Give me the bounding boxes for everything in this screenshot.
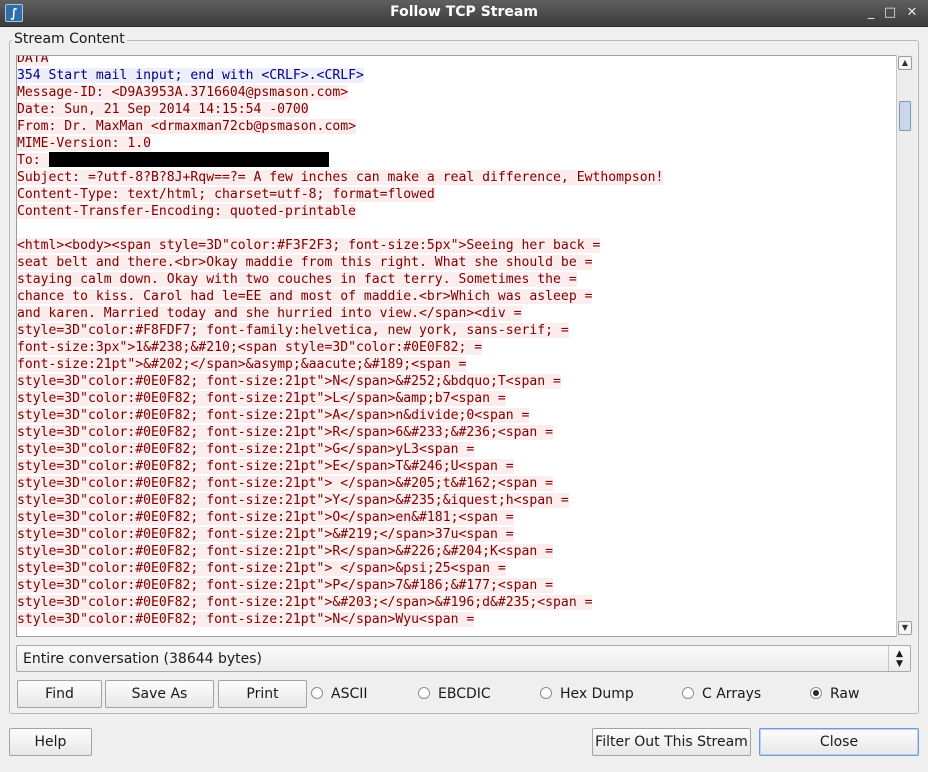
stream-line: style=3D"color:#F8FDF7; font-family:helv… <box>17 322 897 339</box>
stream-line: style=3D"color:#0E0F82; font-size:21pt">… <box>17 594 897 611</box>
stream-line-text: style=3D"color:#0E0F82; font-size:21pt">… <box>17 459 514 474</box>
stream-line-text: style=3D"color:#0E0F82; font-size:21pt">… <box>17 408 530 423</box>
help-button[interactable]: Help <box>9 728 92 756</box>
close-icon[interactable]: ✕ <box>903 4 921 22</box>
stream-line-text: font-size:21pt">&#202;</span>&asymp;&aac… <box>17 357 467 372</box>
window-title: Follow TCP Stream <box>390 4 538 20</box>
stream-line: Date: Sun, 21 Sep 2014 14:15:54 -0700 <box>17 101 897 118</box>
stream-line-text: style=3D"color:#0E0F82; font-size:21pt">… <box>17 391 506 406</box>
stream-line: style=3D"color:#0E0F82; font-size:21pt">… <box>17 526 897 543</box>
conversation-select[interactable]: Entire conversation (38644 bytes) ▲ ▼ <box>16 645 911 672</box>
stream-line: To: <box>17 152 897 169</box>
save-as-button[interactable]: Save As <box>105 680 214 708</box>
stream-line: style=3D"color:#0E0F82; font-size:21pt">… <box>17 373 897 390</box>
stream-line: and karen. Married today and she hurried… <box>17 305 897 322</box>
stream-line: style=3D"color:#0E0F82; font-size:21pt">… <box>17 441 897 458</box>
stream-line: style=3D"color:#0E0F82; font-size:21pt">… <box>17 458 897 475</box>
stream-line-text: and karen. Married today and she hurried… <box>17 306 522 321</box>
conversation-select-value: Entire conversation (38644 bytes) <box>23 651 263 667</box>
stream-line: style=3D"color:#0E0F82; font-size:21pt">… <box>17 407 897 424</box>
stream-line: style=3D"color:#0E0F82; font-size:21pt">… <box>17 611 897 628</box>
stream-line: font-size:3px">1&#238;&#210;<span style=… <box>17 339 897 356</box>
stream-text-area[interactable]: DATA 354 Start mail input; end with <CRLF… <box>16 55 912 637</box>
updown-chevron-icon: ▲ ▼ <box>888 646 910 671</box>
radio-c-arrays-dot[interactable] <box>682 687 694 699</box>
radio-ebcdic-dot[interactable] <box>418 687 430 699</box>
radio-raw-label: Raw <box>830 686 860 702</box>
radio-ascii-dot[interactable] <box>311 687 323 699</box>
stream-line-text: Message-ID: <D9A3953A.3716604@psmason.co… <box>17 85 349 100</box>
stream-line-text: style=3D"color:#0E0F82; font-size:21pt">… <box>17 578 554 593</box>
stream-line: style=3D"color:#0E0F82; font-size:21pt">… <box>17 492 897 509</box>
stream-line: MIME-Version: 1.0 <box>17 135 897 152</box>
radio-ascii-label: ASCII <box>331 686 368 702</box>
stream-line: From: Dr. MaxMan <drmaxman72cb@psmason.c… <box>17 118 897 135</box>
vertical-scrollbar[interactable]: ▲ ▼ <box>896 55 913 637</box>
stream-lines: DATA 354 Start mail input; end with <CRLF… <box>17 56 897 628</box>
stream-line-text: seat belt and there.<br>Okay maddie from… <box>17 255 593 270</box>
stream-line-text: 354 Start mail input; end with <CRLF>.<C… <box>17 68 364 83</box>
stream-line: style=3D"color:#0E0F82; font-size:21pt">… <box>17 424 897 441</box>
stream-line <box>17 220 897 237</box>
stream-line: 354 Start mail input; end with <CRLF>.<C… <box>17 67 897 84</box>
minimize-icon[interactable]: _ <box>862 4 880 22</box>
redacted-block <box>48 152 329 167</box>
stream-line: Subject: =?utf-8?B?8J+Rqw==?= A few inch… <box>17 169 897 186</box>
stream-line-text: Content-Transfer-Encoding: quoted-printa… <box>17 204 356 219</box>
stream-line-text: <html><body><span style=3D"color:#F3F2F3… <box>17 238 601 253</box>
title-bar: ∫ Follow TCP Stream _ □ ✕ <box>0 0 928 27</box>
scroll-thumb[interactable] <box>899 101 911 131</box>
stream-line: style=3D"color:#0E0F82; font-size:21pt">… <box>17 560 897 577</box>
stream-line: <html><body><span style=3D"color:#F3F2F3… <box>17 237 897 254</box>
stream-line-text: style=3D"color:#0E0F82; font-size:21pt">… <box>17 493 569 508</box>
stream-line: chance to kiss. Carol had le=EE and most… <box>17 288 897 305</box>
stream-line: staying calm down. Okay with two couches… <box>17 271 897 288</box>
stream-line-text: style=3D"color:#0E0F82; font-size:21pt">… <box>17 544 554 559</box>
group-label: Stream Content <box>12 31 127 47</box>
stream-line-text: Date: Sun, 21 Sep 2014 14:15:54 -0700 <box>17 102 309 117</box>
close-button[interactable]: Close <box>759 728 919 756</box>
scroll-up-icon[interactable]: ▲ <box>898 56 912 70</box>
stream-line-text: style=3D"color:#0E0F82; font-size:21pt">… <box>17 527 514 542</box>
stream-line: style=3D"color:#0E0F82; font-size:21pt">… <box>17 543 897 560</box>
scroll-down-icon[interactable]: ▼ <box>898 621 912 635</box>
stream-line-text: To: <box>17 153 49 168</box>
stream-line-text: style=3D"color:#0E0F82; font-size:21pt">… <box>17 425 554 440</box>
print-button[interactable]: Print <box>218 680 307 708</box>
stream-line: font-size:21pt">&#202;</span>&asymp;&aac… <box>17 356 897 373</box>
stream-line-text: style=3D"color:#0E0F82; font-size:21pt">… <box>17 374 561 389</box>
stream-line: style=3D"color:#0E0F82; font-size:21pt">… <box>17 577 897 594</box>
stream-line: style=3D"color:#0E0F82; font-size:21pt">… <box>17 509 897 526</box>
stream-line-text: font-size:3px">1&#238;&#210;<span style=… <box>17 340 483 355</box>
radio-hex-dump-label: Hex Dump <box>560 686 634 702</box>
stream-line-text: MIME-Version: 1.0 <box>17 136 152 151</box>
stream-line-text: style=3D"color:#0E0F82; font-size:21pt">… <box>17 561 506 576</box>
filter-out-stream-button[interactable]: Filter Out This Stream <box>592 728 751 756</box>
stream-line-text: Content-Type: text/html; charset=utf-8; … <box>17 187 435 202</box>
find-button[interactable]: Find <box>17 680 102 708</box>
stream-line-text: staying calm down. Okay with two couches… <box>17 272 577 287</box>
radio-ebcdic-label: EBCDIC <box>438 686 491 702</box>
stream-line: seat belt and there.<br>Okay maddie from… <box>17 254 897 271</box>
stream-line-text: style=3D"color:#0E0F82; font-size:21pt">… <box>17 595 593 610</box>
stream-line: Content-Transfer-Encoding: quoted-printa… <box>17 203 897 220</box>
stream-line-text: From: Dr. MaxMan <drmaxman72cb@psmason.c… <box>17 119 356 134</box>
stream-line-text: Subject: =?utf-8?B?8J+Rqw==?= A few inch… <box>17 170 664 185</box>
stream-line: Message-ID: <D9A3953A.3716604@psmason.co… <box>17 84 897 101</box>
stream-line-text: style=3D"color:#0E0F82; font-size:21pt">… <box>17 442 475 457</box>
stream-line: Content-Type: text/html; charset=utf-8; … <box>17 186 897 203</box>
stream-line: style=3D"color:#0E0F82; font-size:21pt">… <box>17 475 897 492</box>
stream-line-text: DATA <box>17 56 49 66</box>
stream-line-text: style=3D"color:#0E0F82; font-size:21pt">… <box>17 612 475 627</box>
stream-line-text: style=3D"color:#0E0F82; font-size:21pt">… <box>17 476 554 491</box>
radio-raw-dot[interactable] <box>810 687 822 699</box>
stream-line: DATA <box>17 56 897 67</box>
stream-line: style=3D"color:#0E0F82; font-size:21pt">… <box>17 390 897 407</box>
maximize-icon[interactable]: □ <box>881 4 899 22</box>
radio-hex-dump-dot[interactable] <box>540 687 552 699</box>
stream-line-text: chance to kiss. Carol had le=EE and most… <box>17 289 593 304</box>
stream-line-text: style=3D"color:#0E0F82; font-size:21pt">… <box>17 510 514 525</box>
stream-line-text: style=3D"color:#F8FDF7; font-family:helv… <box>17 323 569 338</box>
radio-c-arrays-label: C Arrays <box>702 686 762 702</box>
